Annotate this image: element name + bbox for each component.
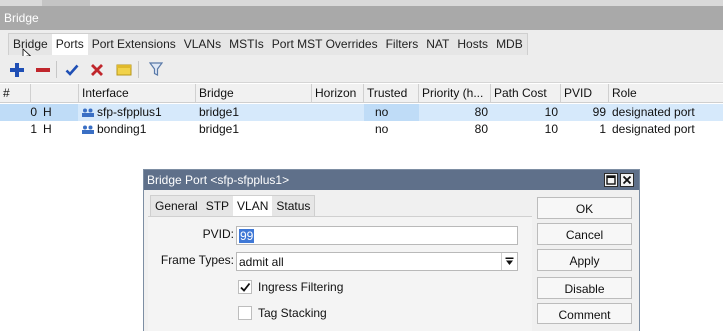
frame-types-label: Frame Types: bbox=[160, 253, 234, 267]
row-role: designated port bbox=[612, 105, 695, 119]
row-trusted: no bbox=[375, 105, 389, 119]
bridge-port-dialog: Bridge Port <sfp-sfpplus1> General STP V… bbox=[143, 169, 640, 331]
tab-vlans[interactable]: VLANs bbox=[180, 34, 225, 55]
column-header-flags[interactable] bbox=[31, 84, 79, 103]
row-interface: sfp-sfpplus1 bbox=[79, 104, 196, 121]
row-flag: H bbox=[43, 122, 52, 136]
tag-stacking-checkbox[interactable] bbox=[238, 306, 252, 320]
row-horizon bbox=[312, 104, 364, 121]
pvid-field[interactable]: 99 bbox=[236, 226, 518, 245]
row-priority: 80 bbox=[474, 122, 488, 136]
row-priority: 80 bbox=[474, 105, 488, 119]
toolbar-separator bbox=[138, 61, 139, 78]
tab-port-mst-overrides[interactable]: Port MST Overrides bbox=[268, 34, 382, 55]
remove-icon[interactable] bbox=[32, 59, 53, 80]
close-icon[interactable] bbox=[620, 173, 634, 187]
dialog-title[interactable]: Bridge Port <sfp-sfpplus1> bbox=[144, 170, 639, 190]
disable-icon[interactable] bbox=[86, 59, 107, 80]
row-interface-name: bonding1 bbox=[97, 122, 147, 136]
column-header-trusted[interactable]: Trusted bbox=[364, 84, 419, 103]
tab-vlan[interactable]: VLAN bbox=[233, 196, 273, 216]
enable-icon[interactable] bbox=[61, 59, 82, 80]
interface-icon bbox=[82, 108, 94, 117]
row-bridge: bridge1 bbox=[199, 122, 240, 136]
tag-stacking-label: Tag Stacking bbox=[258, 306, 327, 320]
tab-nat[interactable]: NAT bbox=[422, 34, 453, 55]
tab-ports[interactable]: Ports bbox=[51, 34, 88, 55]
row-path-cost: 10 bbox=[544, 105, 558, 119]
vlan-panel: PVID: 99 Frame Types: admit all Ingress … bbox=[148, 216, 532, 331]
cancel-button[interactable]: Cancel bbox=[537, 223, 632, 245]
maximize-icon[interactable] bbox=[604, 173, 618, 187]
column-header-horizon[interactable]: Horizon bbox=[312, 84, 364, 103]
toolbar-separator bbox=[56, 61, 57, 78]
column-header-num[interactable]: # bbox=[0, 84, 31, 103]
tab-port-extensions[interactable]: Port Extensions bbox=[88, 34, 180, 55]
row-horizon bbox=[312, 121, 364, 138]
column-header-role[interactable]: Role bbox=[609, 84, 723, 103]
frame-types-select[interactable]: admit all bbox=[236, 252, 518, 271]
tab-general[interactable]: General bbox=[151, 196, 202, 216]
frame-types-value: admit all bbox=[239, 255, 284, 269]
tab-stp[interactable]: STP bbox=[202, 196, 233, 216]
apply-button[interactable]: Apply bbox=[537, 249, 632, 271]
row-path-cost: 10 bbox=[544, 122, 558, 136]
row-role: designated port bbox=[612, 122, 695, 136]
tab-mstis[interactable]: MSTIs bbox=[225, 34, 268, 55]
column-header-pvid[interactable]: PVID bbox=[561, 84, 609, 103]
column-header-priority[interactable]: Priority (h... bbox=[419, 84, 491, 103]
interface-icon bbox=[82, 125, 94, 134]
table-row[interactable]: 1 H bonding1 bridge1 no 80 10 1 designat… bbox=[0, 121, 723, 138]
row-trusted: no bbox=[375, 122, 389, 136]
row-pvid: 99 bbox=[592, 105, 606, 119]
column-header-path-cost[interactable]: Path Cost bbox=[491, 84, 561, 103]
column-header-interface[interactable]: Interface bbox=[79, 84, 196, 103]
comment-icon[interactable] bbox=[113, 59, 134, 80]
table-header: # Interface Bridge Horizon Trusted Prior… bbox=[0, 84, 723, 103]
ingress-filtering-checkbox[interactable] bbox=[238, 280, 252, 294]
ingress-filtering-label: Ingress Filtering bbox=[258, 280, 344, 294]
tab-hosts[interactable]: Hosts bbox=[453, 34, 492, 55]
dialog-tab-list: General STP VLAN Status bbox=[150, 195, 316, 216]
row-interface: bonding1 bbox=[79, 121, 196, 138]
disable-button[interactable]: Disable bbox=[537, 277, 632, 299]
ok-button[interactable]: OK bbox=[537, 197, 632, 219]
row-flag: H bbox=[43, 105, 52, 119]
window-title: Bridge bbox=[0, 6, 723, 30]
pvid-value: 99 bbox=[239, 229, 255, 243]
tab-list: Bridge Ports Port Extensions VLANs MSTIs… bbox=[8, 33, 528, 55]
pvid-label: PVID: bbox=[202, 227, 234, 241]
filter-icon[interactable] bbox=[145, 59, 166, 80]
row-bridge: bridge1 bbox=[199, 105, 240, 119]
tab-bar: Bridge Ports Port Extensions VLANs MSTIs… bbox=[0, 30, 723, 56]
row-num: 0 bbox=[30, 105, 37, 119]
row-interface-name: sfp-sfpplus1 bbox=[97, 105, 162, 119]
row-num: 1 bbox=[30, 122, 37, 136]
tab-mdb[interactable]: MDB bbox=[492, 34, 527, 55]
tab-status[interactable]: Status bbox=[272, 196, 314, 216]
comment-button[interactable]: Comment bbox=[537, 303, 632, 324]
tab-filters[interactable]: Filters bbox=[382, 34, 423, 55]
toolbar bbox=[0, 56, 723, 83]
row-pvid: 1 bbox=[599, 122, 606, 136]
table-row[interactable]: 0 H sfp-sfpplus1 bridge1 no 80 10 99 des… bbox=[0, 104, 723, 121]
dropdown-arrow-icon[interactable] bbox=[501, 253, 517, 270]
column-header-bridge[interactable]: Bridge bbox=[196, 84, 312, 103]
add-icon[interactable] bbox=[6, 59, 27, 80]
